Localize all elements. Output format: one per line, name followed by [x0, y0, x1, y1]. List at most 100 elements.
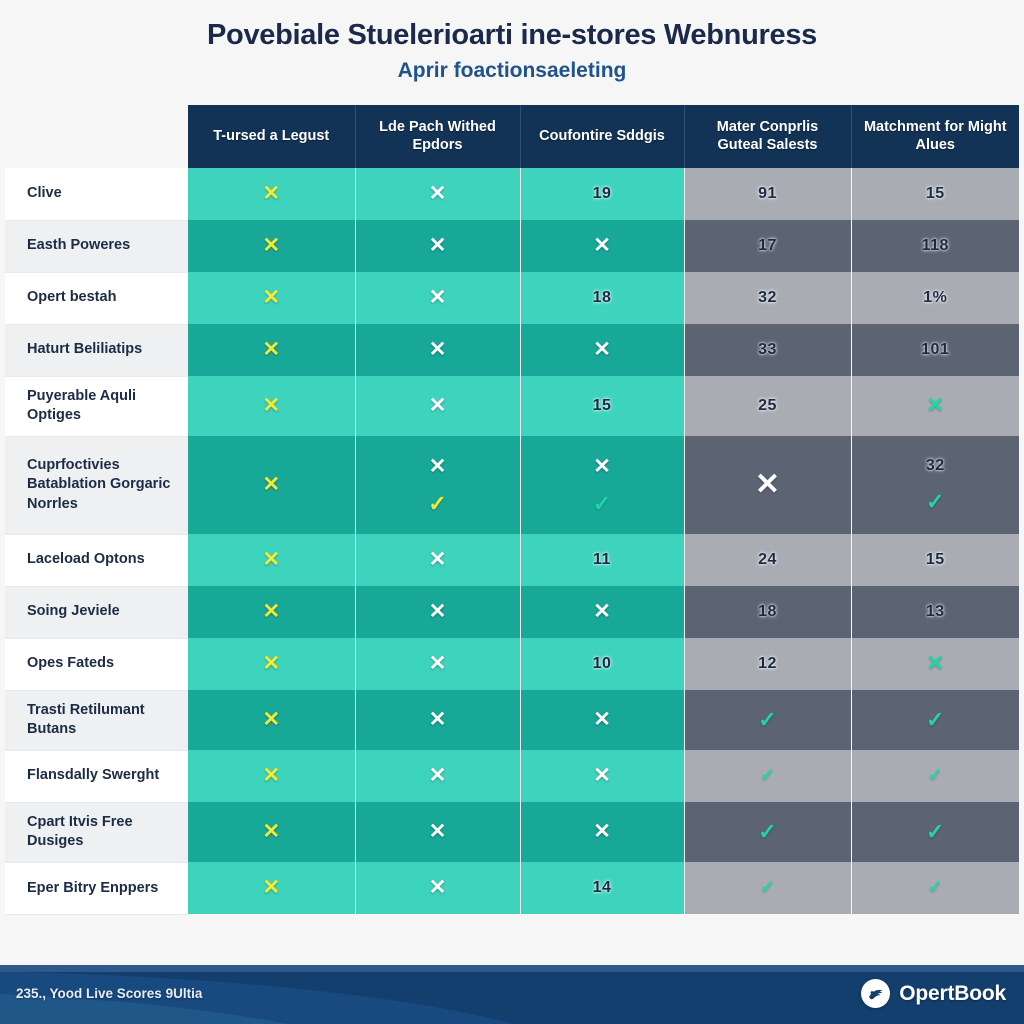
cross-icon: ✕: [593, 600, 611, 624]
cell-value: 11: [593, 551, 611, 569]
table-body: Clive ✕ ✕ 19 91 15 Easth Poweres ✕ ✕ ✕ 17 118 Opert …: [5, 168, 1019, 915]
table-cell[interactable]: 19: [520, 168, 685, 220]
table-column-header-4[interactable]: Mater Conprlis Guteal Salests: [684, 105, 852, 168]
table-cell[interactable]: ✓: [851, 862, 1019, 915]
table-row: Clive ✕ ✕ 19 91 15: [5, 168, 1019, 221]
table-cell[interactable]: ✕: [188, 690, 356, 751]
cross-icon: ✕: [593, 708, 611, 732]
table-cell[interactable]: ✕: [188, 750, 356, 803]
table-cell[interactable]: 15: [851, 534, 1019, 587]
table-cell[interactable]: ✕: [188, 436, 356, 535]
table-column-header-3[interactable]: Coufontire Sddgis: [520, 105, 685, 168]
cell-value: 32: [758, 289, 777, 306]
table-cell[interactable]: 101: [851, 324, 1019, 376]
cross-icon: ✕: [428, 234, 447, 257]
table-cell[interactable]: ✕: [355, 168, 521, 220]
table-cell[interactable]: 17: [684, 220, 852, 272]
table-cell[interactable]: 32 ✓: [851, 436, 1019, 535]
table-cell[interactable]: ✕: [520, 324, 685, 376]
cell-value: 101: [921, 341, 950, 358]
table-cell[interactable]: ✕ ✓: [355, 436, 521, 535]
table-cell[interactable]: ✕: [355, 862, 521, 915]
table-cell[interactable]: ✕: [355, 802, 521, 863]
table-cell[interactable]: 12: [684, 638, 852, 691]
table-cell[interactable]: 1%: [851, 272, 1019, 324]
table-cell[interactable]: ✕: [684, 436, 852, 535]
table-row: Laceload Optons ✕ ✕ 11 24 15: [5, 534, 1019, 587]
table-cell[interactable]: ✕: [851, 376, 1019, 437]
cross-icon: ✕: [593, 454, 611, 478]
table-cell[interactable]: ✕: [355, 324, 521, 376]
table-cell[interactable]: ✕: [188, 324, 356, 376]
table-cell[interactable]: ✕: [188, 220, 356, 272]
table-cell[interactable]: 18: [520, 272, 685, 324]
table-cell[interactable]: ✕: [520, 690, 685, 751]
table-column-header-2[interactable]: Lde Pach Withed Epdors: [355, 105, 521, 168]
table-cell[interactable]: ✓: [851, 690, 1019, 751]
table-cell[interactable]: 32: [684, 272, 852, 324]
table-cell[interactable]: 91: [684, 168, 852, 220]
cell-value: 33: [758, 341, 777, 358]
cross-icon: ✕: [262, 708, 281, 732]
table-cell[interactable]: ✕: [355, 638, 521, 691]
cross-icon: ✕: [262, 286, 281, 309]
table-cell[interactable]: ✕: [355, 272, 521, 324]
table-cell[interactable]: 10: [520, 638, 685, 691]
cell-value: 118: [921, 237, 949, 254]
table-cell[interactable]: ✕: [188, 376, 356, 437]
table-cell[interactable]: ✕: [188, 862, 356, 915]
table-cell[interactable]: ✕: [520, 802, 685, 863]
footer-brand[interactable]: OpertBook: [861, 979, 1006, 1008]
table-cell[interactable]: ✓: [684, 690, 852, 751]
row-label: Easth Poweres: [5, 220, 188, 273]
row-label: Opes Fateds: [5, 638, 188, 691]
table-cell[interactable]: ✕: [188, 802, 356, 863]
cell-value: 24: [758, 551, 777, 569]
cell-value: 15: [592, 397, 612, 415]
table-cell[interactable]: ✕: [851, 638, 1019, 691]
table-cell[interactable]: 13: [851, 586, 1019, 639]
table-column-header-5[interactable]: Matchment for Might Alues: [851, 105, 1019, 168]
table-cell[interactable]: 11: [520, 534, 685, 587]
table-cell[interactable]: 14: [520, 862, 685, 915]
table-cell[interactable]: 15: [851, 168, 1019, 220]
table-row: Flansdally Swerght ✕ ✕ ✕ ✓ ✓: [5, 750, 1019, 803]
table-cell[interactable]: 18: [684, 586, 852, 639]
table-column-header-1[interactable]: T-ursed a Legust: [188, 105, 356, 168]
table-cell[interactable]: 33: [684, 324, 852, 376]
table-cell[interactable]: ✕: [188, 586, 356, 639]
table-row: Easth Poweres ✕ ✕ ✕ 17 118: [5, 220, 1019, 273]
table-cell[interactable]: ✕: [355, 376, 521, 437]
table-cell[interactable]: ✕: [355, 690, 521, 751]
table-cell[interactable]: 24: [684, 534, 852, 587]
table-row: Eper Bitry Enppers ✕ ✕ 14 ✓ ✓: [5, 862, 1019, 915]
table-cell[interactable]: ✓: [684, 802, 852, 863]
table-cell[interactable]: ✕: [520, 750, 685, 803]
table-cell[interactable]: ✓: [851, 802, 1019, 863]
table-cell[interactable]: ✕: [188, 272, 356, 324]
table-cell[interactable]: 118: [851, 220, 1019, 272]
table-cell[interactable]: ✕: [188, 638, 356, 691]
table-cell[interactable]: ✕: [355, 220, 521, 272]
table-cell[interactable]: 15: [520, 376, 685, 437]
row-label: Laceload Optons: [5, 534, 188, 587]
cell-value: 15: [925, 551, 945, 569]
table-cell[interactable]: ✓: [851, 750, 1019, 803]
table-cell[interactable]: ✕: [355, 586, 521, 639]
row-label: Soing Jeviele: [5, 586, 188, 639]
cell-value: 17: [758, 237, 777, 254]
table-cell[interactable]: ✕: [355, 750, 521, 803]
table-row: Puyerable Aquli Optiges ✕ ✕ 15 25 ✕: [5, 376, 1019, 437]
table-cell[interactable]: 25: [684, 376, 852, 437]
table-cell[interactable]: ✓: [684, 750, 852, 803]
cross-icon: ✕: [262, 394, 281, 418]
cross-icon: ✕: [754, 468, 781, 502]
table-cell[interactable]: ✕: [355, 534, 521, 587]
table-cell[interactable]: ✕ ✓: [520, 436, 685, 535]
table-cell[interactable]: ✕: [520, 586, 685, 639]
table-cell[interactable]: ✓: [684, 862, 852, 915]
table-cell[interactable]: ✕: [188, 168, 356, 220]
check-icon: ✓: [926, 706, 945, 732]
table-cell[interactable]: ✕: [188, 534, 356, 587]
table-cell[interactable]: ✕: [520, 220, 685, 272]
